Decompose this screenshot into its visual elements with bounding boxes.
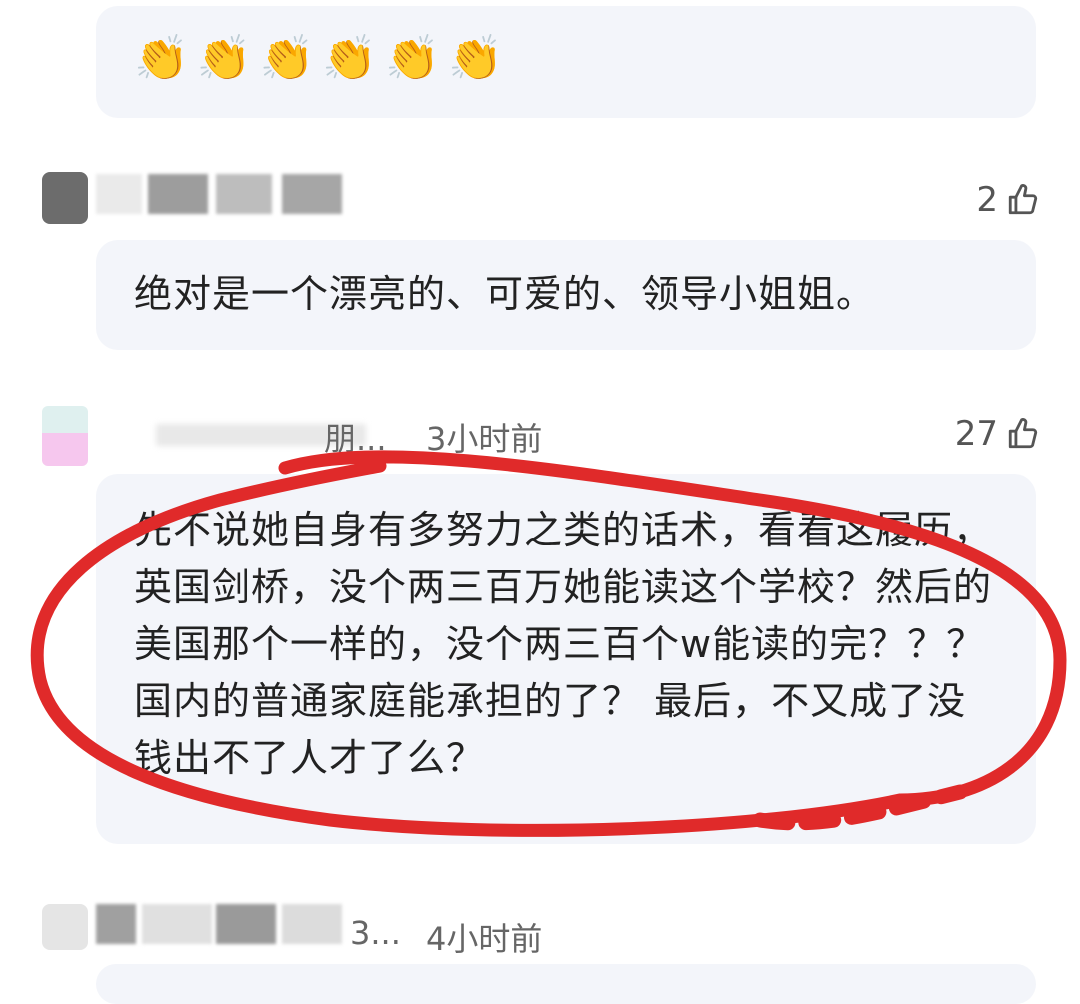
comment-text: 先不说她自身有多努力之类的话术，看看这履历，英国剑桥，没个两三百万她能读这个学校… xyxy=(134,508,993,780)
thumbs-up-icon[interactable] xyxy=(1006,417,1040,451)
username[interactable]: 朋... xyxy=(96,414,387,458)
comment-bubble-2: 绝对是一个漂亮的、可爱的、领导小姐姐。 xyxy=(96,240,1036,350)
clapping-hands-icon: 👏 xyxy=(385,33,440,84)
like-count-value: 2 xyxy=(976,180,998,220)
comment-text: 绝对是一个漂亮的、可爱的、领导小姐姐。 xyxy=(134,272,876,316)
avatar[interactable] xyxy=(42,904,88,950)
clapping-hands-icon: 👏 xyxy=(447,33,503,84)
username-blurred[interactable] xyxy=(96,174,346,214)
comment-bubble-4 xyxy=(96,964,1036,1004)
username-blurred[interactable] xyxy=(96,904,346,944)
clapping-hands-icon: 👏 xyxy=(259,33,315,84)
comment-bubble-3: 先不说她自身有多努力之类的话术，看看这履历，英国剑桥，没个两三百万她能读这个学校… xyxy=(96,474,1036,844)
like-count-value: 27 xyxy=(954,414,998,454)
comment-time: 4小时前 xyxy=(426,920,543,958)
clapping-row: 👏 👏 👏 👏 👏 👏 xyxy=(134,32,511,84)
username[interactable]: 3... xyxy=(350,914,401,952)
avatar[interactable] xyxy=(42,172,88,224)
clapping-hands-icon: 👏 xyxy=(322,33,378,84)
clapping-hands-icon: 👏 xyxy=(196,33,252,84)
thumbs-up-icon[interactable] xyxy=(1006,183,1040,217)
like-count[interactable]: 27 xyxy=(955,414,1040,454)
like-count[interactable]: 2 xyxy=(976,180,1040,220)
comment-bubble-1: 👏 👏 👏 👏 👏 👏 xyxy=(96,6,1036,118)
comment-time: 3小时前 xyxy=(426,420,543,458)
clapping-hands-icon: 👏 xyxy=(134,33,189,84)
avatar[interactable] xyxy=(42,406,88,466)
